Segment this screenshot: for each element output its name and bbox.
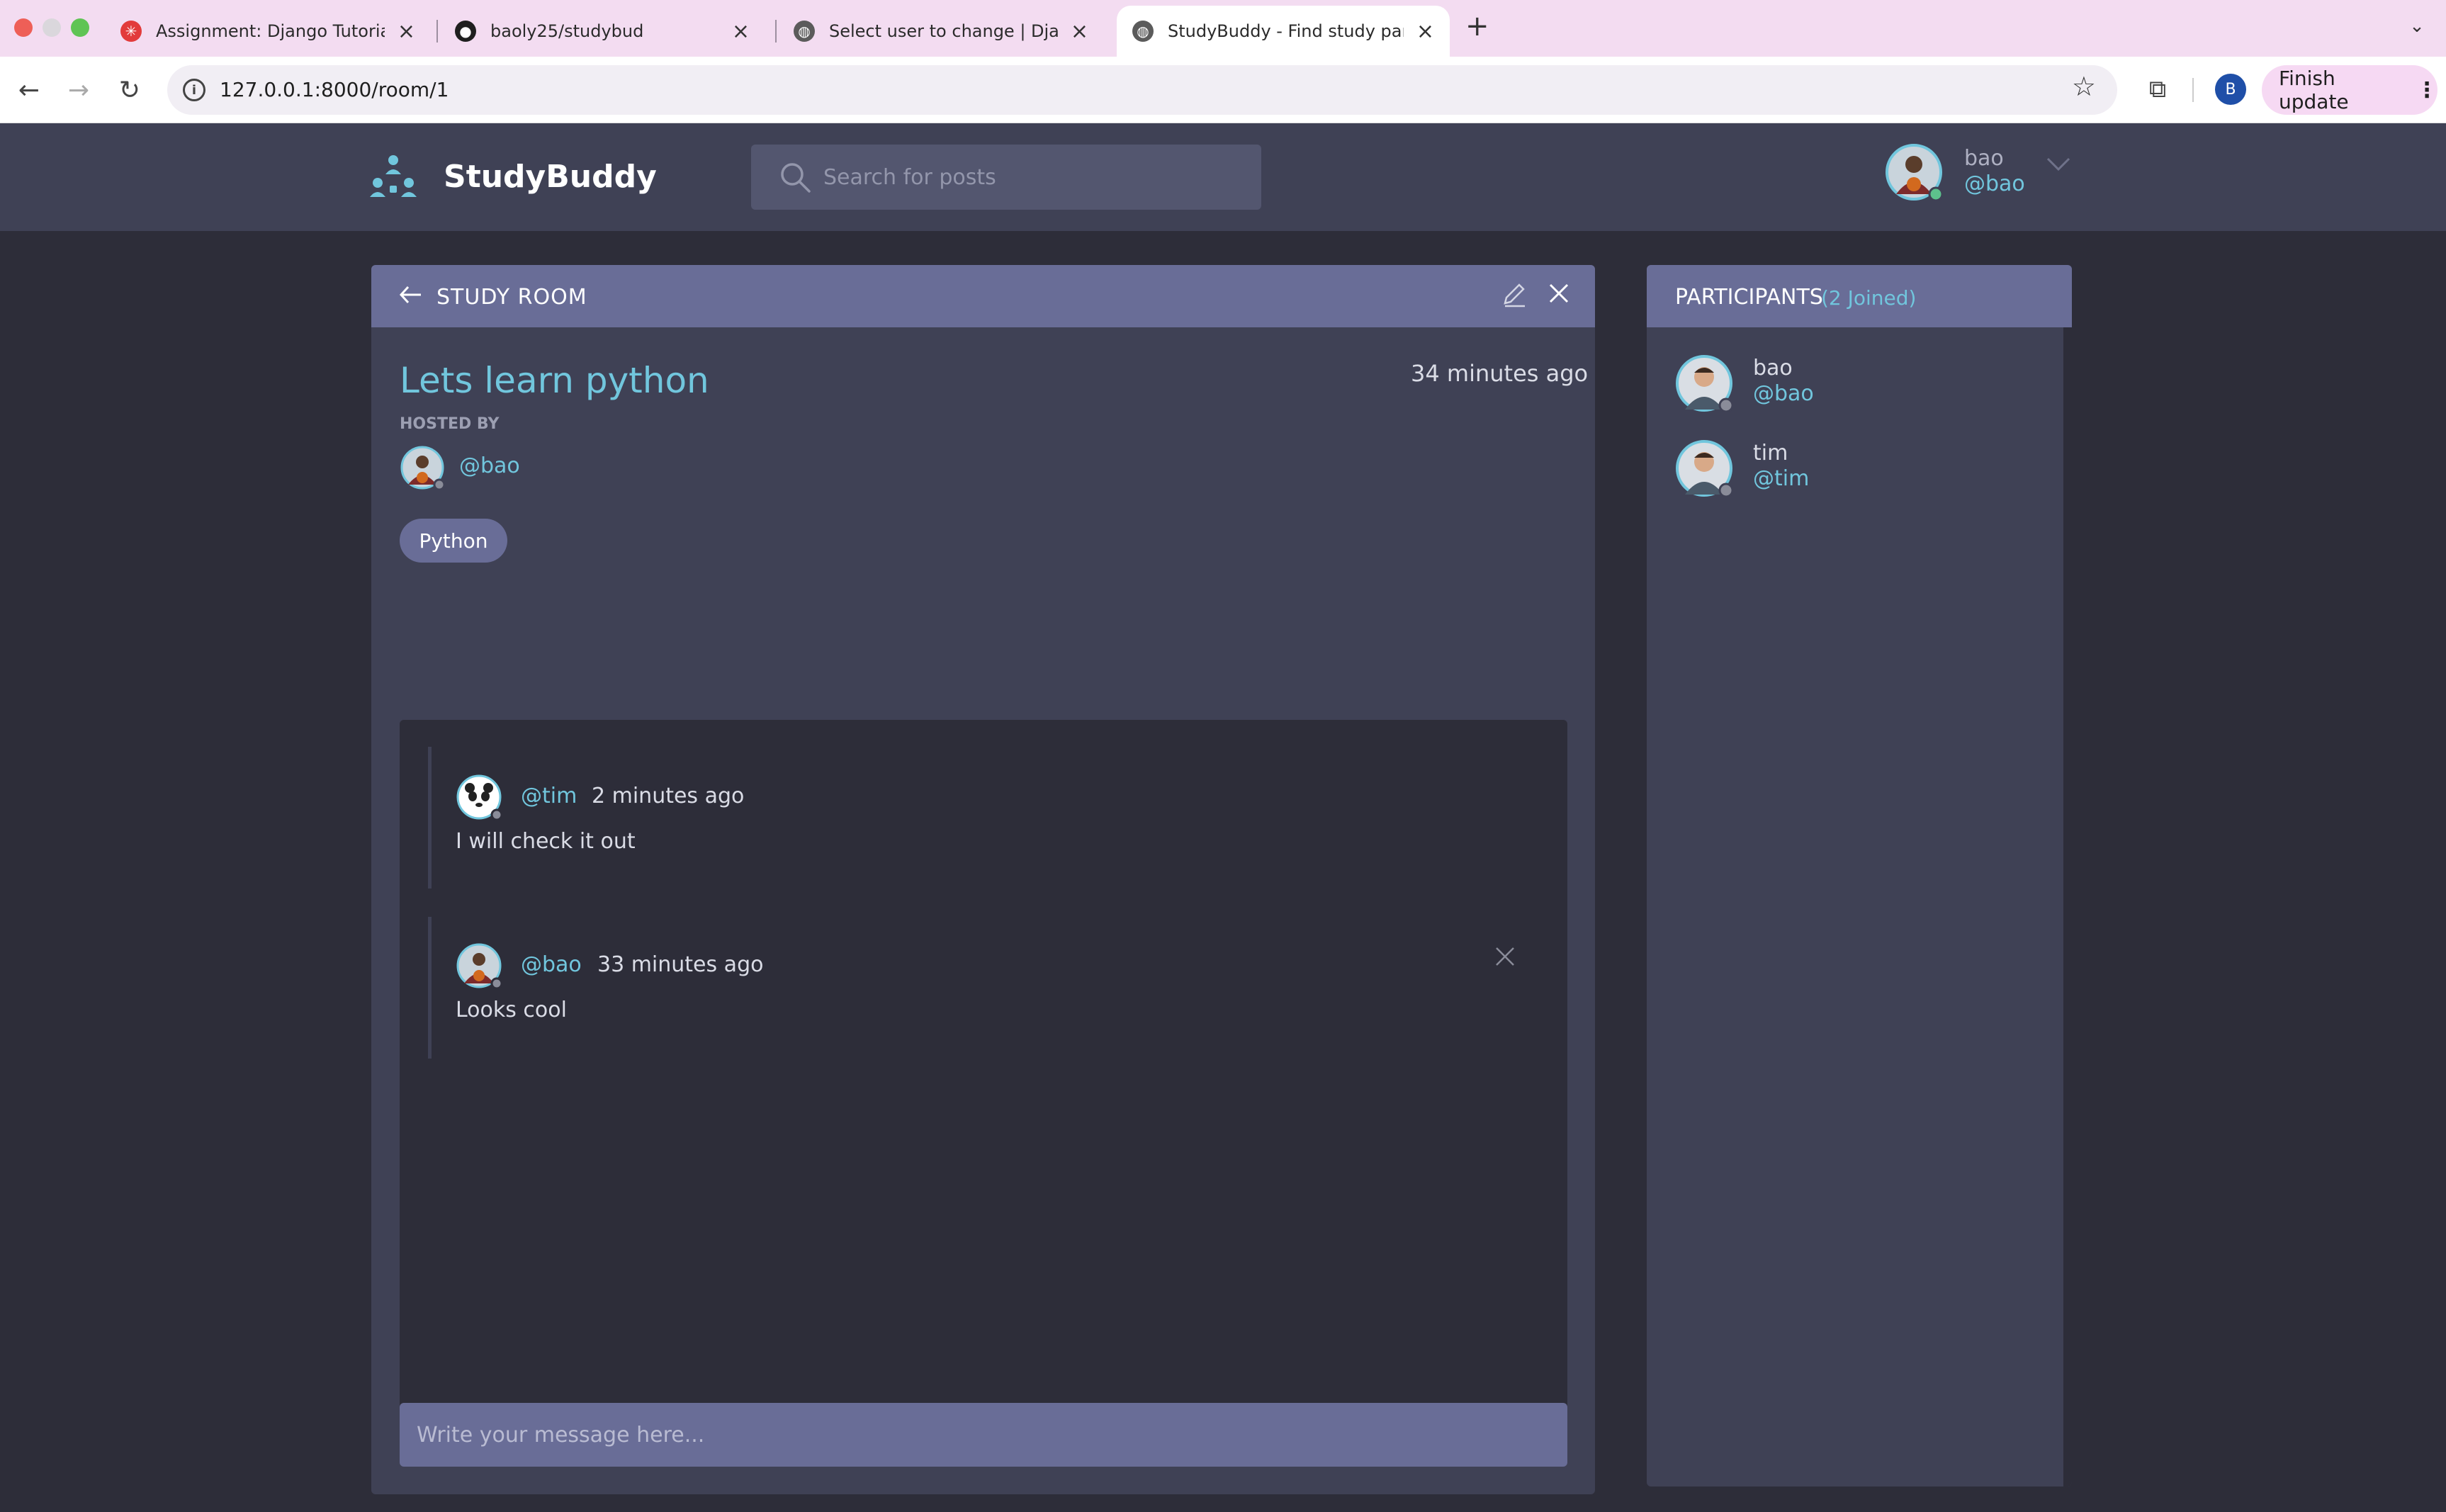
tab-separator: [436, 20, 438, 43]
studybuddy-logo-icon[interactable]: [368, 153, 418, 203]
reload-icon[interactable]: ↻: [112, 72, 147, 108]
tab-close-icon[interactable]: ×: [732, 19, 750, 44]
message-author-handle[interactable]: @bao: [521, 952, 582, 977]
more-vert-icon: ⋮: [2416, 77, 2437, 103]
message-thread: @tim 2 minutes ago I will check it out: [428, 747, 1539, 888]
participant-handle: @tim: [1753, 466, 1810, 491]
participant-name: tim: [1753, 441, 1788, 466]
message-author-avatar[interactable]: [456, 942, 502, 989]
user-avatar[interactable]: [1885, 143, 1943, 201]
browser-tab-github[interactable]: ● baoly25/studybud ×: [439, 6, 765, 57]
browser-tab-django-admin[interactable]: ◍ Select user to change | Djang ×: [778, 6, 1104, 57]
close-icon[interactable]: [1545, 279, 1573, 308]
participants-count: (2 Joined): [1821, 286, 1917, 310]
search-box[interactable]: [751, 145, 1261, 210]
extensions-puzzle-icon[interactable]: ⧉: [2141, 71, 2174, 108]
profile-avatar[interactable]: B: [2215, 74, 2246, 105]
search-input[interactable]: [822, 145, 1247, 210]
back-arrow-icon[interactable]: ←: [11, 72, 47, 108]
search-icon: [781, 163, 811, 193]
window-zoom-button[interactable]: [71, 18, 89, 37]
site-info-icon[interactable]: i: [183, 79, 205, 101]
tab-title: Select user to change | Djang: [829, 21, 1058, 41]
conversation-panel[interactable]: @tim 2 minutes ago I will check it out @…: [400, 720, 1567, 1464]
message-composer[interactable]: [400, 1403, 1567, 1467]
toolbar-separator: [2192, 78, 2194, 102]
host-avatar[interactable]: [400, 445, 445, 490]
chevron-down-icon[interactable]: [2045, 156, 2072, 173]
room-name: Lets learn python: [400, 360, 709, 401]
edit-pencil-icon[interactable]: [1499, 279, 1529, 309]
brand-name[interactable]: StudyBuddy: [444, 159, 657, 195]
browser-tab-bar: ✳ Assignment: Django Tutorial p × ● baol…: [0, 0, 2446, 57]
participant-item[interactable]: bao @bao: [1675, 354, 2044, 418]
new-tab-button[interactable]: +: [1465, 10, 1489, 43]
study-room-label: STUDY ROOM: [436, 285, 587, 310]
globe-favicon-icon: ◍: [794, 21, 815, 42]
url-text[interactable]: 127.0.0.1:8000/room/1: [220, 65, 449, 115]
forward-arrow-icon[interactable]: →: [61, 72, 96, 108]
message-time: 33 minutes ago: [597, 952, 764, 977]
bookmark-star-icon[interactable]: ☆: [2072, 71, 2096, 102]
finish-update-button[interactable]: Finish update ⋮: [2262, 65, 2437, 115]
delete-message-close-icon[interactable]: [1494, 945, 1516, 968]
address-bar[interactable]: i 127.0.0.1:8000/room/1 ☆: [167, 65, 2117, 115]
host-handle[interactable]: @bao: [459, 453, 520, 478]
hosted-by-label: HOSTED BY: [400, 415, 500, 433]
tab-search-chevron-icon[interactable]: ⌄: [2401, 10, 2433, 43]
message-body: Looks cool: [456, 998, 567, 1022]
participants-panel: PARTICIPANTS (2 Joined) bao @bao tim @ti…: [1647, 265, 2072, 1486]
participant-name: bao: [1753, 356, 1793, 380]
participant-handle: @bao: [1753, 381, 1814, 406]
participant-avatar: [1676, 355, 1733, 412]
tab-title: Assignment: Django Tutorial p: [156, 21, 385, 41]
message-thread: @bao 33 minutes ago Looks cool: [428, 917, 1539, 1059]
message-time: 2 minutes ago: [592, 784, 745, 808]
study-room-card: STUDY ROOM Lets learn python 34 minutes …: [371, 265, 1595, 1494]
window-minimize-button[interactable]: [43, 18, 61, 37]
app-header: StudyBuddy bao @bao: [0, 123, 2446, 231]
topic-tag[interactable]: Python: [400, 519, 507, 563]
participant-avatar: [1676, 440, 1733, 497]
browser-tab-studybuddy[interactable]: ◍ StudyBuddy - Find study part ×: [1117, 6, 1450, 57]
browser-tab-assignment[interactable]: ✳ Assignment: Django Tutorial p ×: [105, 6, 431, 57]
canvas-favicon-icon: ✳: [120, 21, 142, 42]
window-close-button[interactable]: [14, 18, 33, 37]
tab-close-icon[interactable]: ×: [398, 19, 415, 44]
message-author-avatar[interactable]: [456, 774, 502, 820]
browser-toolbar: ← → ↻ i 127.0.0.1:8000/room/1 ☆ ⧉ B Fini…: [0, 57, 2446, 123]
user-handle[interactable]: @bao: [1964, 171, 2025, 196]
globe-favicon-icon: ◍: [1132, 21, 1154, 42]
tab-close-icon[interactable]: ×: [1071, 19, 1088, 44]
back-arrow-icon[interactable]: [397, 281, 425, 309]
tab-close-icon[interactable]: ×: [1416, 19, 1434, 44]
message-input[interactable]: [400, 1403, 1567, 1467]
room-created-time: 34 minutes ago: [1411, 360, 1589, 387]
scrollbar-track[interactable]: [2063, 327, 2072, 1486]
message-body: I will check it out: [456, 829, 636, 854]
github-favicon-icon: ●: [455, 21, 476, 42]
message-author-handle[interactable]: @tim: [521, 784, 577, 808]
finish-update-label: Finish update: [2279, 67, 2349, 113]
participant-item[interactable]: tim @tim: [1675, 439, 2044, 503]
study-room-header: STUDY ROOM: [371, 265, 1595, 327]
tab-separator: [775, 20, 777, 43]
user-name[interactable]: bao: [1964, 146, 2004, 171]
tab-title: baoly25/studybud: [490, 21, 644, 41]
participants-title: PARTICIPANTS: [1675, 285, 1823, 310]
participants-header: PARTICIPANTS (2 Joined): [1647, 265, 2072, 327]
tab-title: StudyBuddy - Find study part: [1168, 21, 1404, 41]
